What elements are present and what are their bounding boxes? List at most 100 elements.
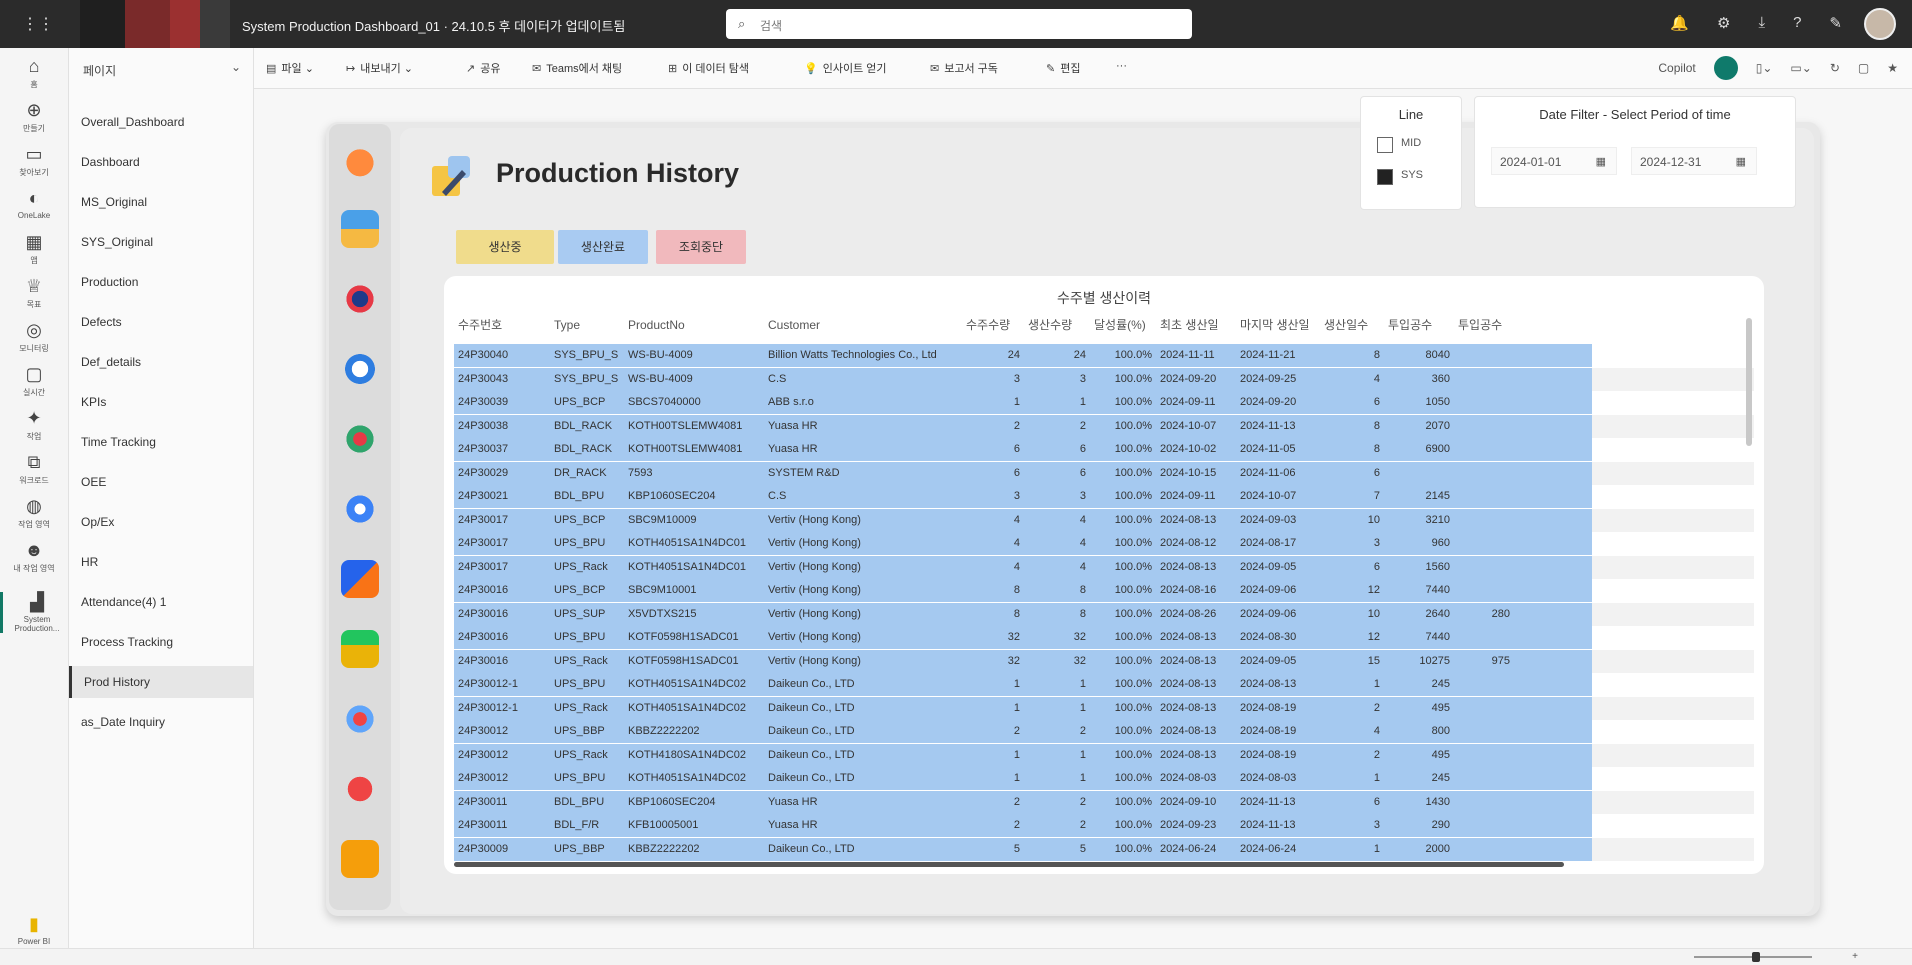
page-tab[interactable]: Process Tracking — [69, 626, 253, 658]
column-header[interactable]: Customer — [764, 310, 962, 340]
network-nav-icon[interactable] — [341, 700, 379, 738]
table-row[interactable]: 24P30009 UPS_BBP KBBZ2222202 Daikeun Co., L… — [454, 837, 1754, 862]
page-tab[interactable]: Op/Ex — [69, 506, 253, 538]
column-header[interactable]: 투입공수 — [1454, 310, 1514, 340]
table-row[interactable]: 24P30012-1 UPS_BPU KOTH4051SA1N4DC02 Daikeu… — [454, 673, 1754, 697]
rail-workloads[interactable]: ⧉ 워크로드 — [0, 452, 68, 486]
export-menu[interactable]: ↦ 내보내기 ⌄ — [346, 60, 413, 76]
column-header[interactable]: ProductNo — [624, 310, 764, 340]
rail-onelake[interactable]: ◐ OneLake — [0, 188, 68, 220]
table-row[interactable]: 24P30040 SYS_BPU_S WS-BU-4009 Billion Watts… — [454, 344, 1754, 368]
rail-browse[interactable]: ▭ 찾아보기 — [0, 144, 68, 178]
table-row[interactable]: 24P30037 BDL_RACK KOTH00TSLEMW4081 Yuasa HR… — [454, 438, 1754, 462]
page-tab[interactable]: OEE — [69, 466, 253, 498]
horizontal-scrollbar[interactable] — [454, 862, 1564, 867]
column-header[interactable]: 수주번호 — [454, 310, 550, 340]
column-header[interactable]: 최초 생산일 — [1156, 310, 1236, 340]
table-row[interactable]: 24P30017 UPS_BPU KOTH4051SA1N4DC01 Vertiv (… — [454, 532, 1754, 556]
stopped-button[interactable]: 조회중단 — [656, 230, 746, 264]
settings-icon[interactable]: ⚙ — [1717, 14, 1730, 32]
rail-powerbi[interactable]: ▮ Power BI — [0, 914, 68, 946]
book-nav-icon[interactable] — [341, 840, 379, 878]
rail-jobs[interactable]: ✦ 작업 — [0, 408, 68, 442]
column-header[interactable]: 생산일수 — [1320, 310, 1384, 340]
money-nav-icon[interactable] — [341, 630, 379, 668]
rail-current-report[interactable]: ▟ System Production... — [0, 592, 71, 633]
page-tab[interactable]: Defects — [69, 306, 253, 338]
subscribe-button[interactable]: ✉ 보고서 구독 — [930, 60, 998, 76]
table-row[interactable]: 24P30039 UPS_BCP SBCS7040000 ABB s.r.o 1 1 100… — [454, 391, 1754, 415]
vertical-scrollbar[interactable] — [1746, 318, 1752, 446]
gear-nav-icon[interactable] — [341, 490, 379, 528]
rail-goals[interactable]: ♕ 목표 — [0, 276, 68, 310]
rail-realtime[interactable]: ▢ 실시간 — [0, 364, 68, 398]
column-header[interactable]: 생산수량 — [1024, 310, 1090, 340]
calendar-icon[interactable]: ▦ — [1596, 148, 1606, 176]
table-row[interactable]: 24P30016 UPS_BCP SBC9M10001 Vertiv (Hong Ko… — [454, 579, 1754, 603]
column-header[interactable]: 마지막 생산일 — [1236, 310, 1320, 340]
page-tab[interactable]: Time Tracking — [69, 426, 253, 458]
chat-nav-icon[interactable] — [341, 770, 379, 808]
favorite-icon[interactable]: ★ — [1887, 61, 1898, 75]
page-tab[interactable]: SYS_Original — [69, 226, 253, 258]
table-row[interactable]: 24P30012 UPS_BPU KOTH4051SA1N4DC02 Daikeun … — [454, 767, 1754, 791]
zoom-handle[interactable] — [1752, 952, 1760, 962]
people-nav-icon[interactable] — [341, 280, 379, 318]
table-row[interactable]: 24P30012-1 UPS_Rack KOTH4051SA1N4DC02 Daike… — [454, 696, 1754, 721]
table-row[interactable]: 24P30016 UPS_BPU KOTF0598H1SADC01 Vertiv (H… — [454, 626, 1754, 650]
share-button[interactable]: ↗ 공유 — [466, 60, 500, 76]
collapse-chevron-icon[interactable]: ⌄ — [231, 60, 241, 74]
column-header[interactable]: Type — [550, 310, 624, 340]
more-options-button[interactable]: ··· — [1116, 60, 1127, 72]
start-date-input[interactable]: 2024-01-01 ▦ — [1491, 147, 1617, 175]
report-title[interactable]: System Production Dashboard_01 · 24.10.5… — [242, 16, 625, 35]
sys-checkbox[interactable] — [1377, 169, 1393, 185]
file-menu[interactable]: ▤ 파일 ⌄ — [266, 60, 314, 76]
column-header[interactable]: 달성률(%) — [1090, 310, 1156, 340]
rail-apps[interactable]: ▦ 앱 — [0, 232, 68, 266]
insights-button[interactable]: 💡 인사이트 얻기 — [804, 60, 886, 76]
in-production-button[interactable]: 생산중 — [456, 230, 554, 264]
help-icon[interactable]: ? — [1793, 14, 1801, 32]
rail-create[interactable]: ⊕ 만들기 — [0, 100, 68, 134]
completed-button[interactable]: 생산완료 — [558, 230, 648, 264]
table-row[interactable]: 24P30021 BDL_BPU KBP1060SEC204 C.S 3 3 100.0% 2… — [454, 485, 1754, 509]
dashboard-nav-icon[interactable] — [341, 210, 379, 248]
comment-icon[interactable]: ▢ — [1858, 61, 1869, 75]
edit-button[interactable]: ✎ 편집 — [1046, 60, 1080, 76]
refresh-icon[interactable]: ↻ — [1830, 61, 1840, 75]
page-tab[interactable]: as_Date Inquiry — [69, 706, 253, 738]
page-tab[interactable]: Overall_Dashboard — [69, 106, 253, 138]
page-tab[interactable]: KPIs — [69, 386, 253, 418]
rail-monitor[interactable]: ◎ 모니터링 — [0, 320, 68, 354]
notifications-icon[interactable]: 🔔 — [1670, 14, 1689, 32]
monitor-nav-icon[interactable] — [341, 560, 379, 598]
table-row[interactable]: 24P30012 UPS_Rack KOTH4180SA1N4DC02 Daikeun… — [454, 743, 1754, 768]
explore-data-button[interactable]: ⊞ 이 데이터 탐색 — [668, 60, 749, 76]
page-tab[interactable]: Attendance(4) 1 — [69, 586, 253, 618]
rail-home[interactable]: ⌂ 홈 — [0, 56, 68, 90]
calendar-icon[interactable]: ▦ — [1736, 148, 1746, 176]
bookmark-icon[interactable]: ▯⌄ — [1756, 61, 1773, 75]
avatar[interactable] — [1864, 8, 1896, 40]
table-row[interactable]: 24P30016 UPS_Rack KOTF0598H1SADC01 Vertiv (… — [454, 649, 1754, 674]
table-row[interactable]: 24P30011 BDL_BPU KBP1060SEC204 Yuasa HR 2 2 10… — [454, 790, 1754, 815]
page-tab[interactable]: Dashboard — [69, 146, 253, 178]
page-tab[interactable]: Prod History — [69, 666, 253, 698]
column-header[interactable]: 수주수량 — [962, 310, 1024, 340]
table-row[interactable]: 24P30038 BDL_RACK KOTH00TSLEMW4081 Yuasa HR… — [454, 414, 1754, 439]
table-row[interactable]: 24P30016 UPS_SUP X5VDTXS215 Vertiv (Hong Ko… — [454, 602, 1754, 627]
copilot-button[interactable]: Copilot — [1658, 61, 1695, 75]
view-icon[interactable]: ▭⌄ — [1790, 61, 1811, 75]
search-input[interactable]: ⌕ 검색 — [726, 9, 1192, 39]
rail-my-workspace[interactable]: ☻ 내 작업 영역 — [0, 540, 68, 574]
page-tab[interactable]: HR — [69, 546, 253, 578]
app-launcher-icon[interactable]: ⋮⋮ — [22, 14, 54, 34]
table-row[interactable]: 24P30017 UPS_BCP SBC9M10009 Vertiv (Hong Ko… — [454, 508, 1754, 533]
feedback-icon[interactable]: ✎ — [1829, 14, 1842, 32]
table-row[interactable]: 24P30012 UPS_BBP KBBZ2222202 Daikeun Co., L… — [454, 720, 1754, 744]
table-row[interactable]: 24P30017 UPS_Rack KOTH4051SA1N4DC01 Vertiv … — [454, 555, 1754, 580]
table-row[interactable]: 24P30011 BDL_F/R KFB10005001 Yuasa HR 2 2 100.… — [454, 814, 1754, 838]
table-row[interactable]: 24P30043 SYS_BPU_S WS-BU-4009 C.S 3 3 100.0% 20… — [454, 367, 1754, 392]
copilot-icon[interactable] — [1713, 56, 1738, 80]
